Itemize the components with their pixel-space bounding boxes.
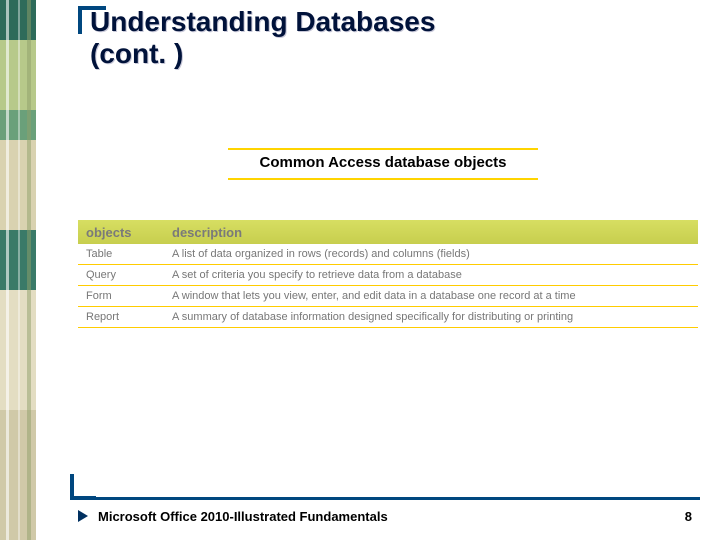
cell-desc: A list of data organized in rows (record… — [168, 248, 698, 260]
decorative-strip — [0, 0, 36, 540]
title-line-1: Understanding Databases — [90, 6, 435, 37]
subtitle-text: Common Access database objects — [259, 154, 506, 171]
cell-object: Report — [78, 311, 168, 323]
title-line-2: (cont. ) — [90, 38, 183, 69]
cell-object: Form — [78, 290, 168, 302]
table-header: objects description — [78, 220, 698, 244]
cell-desc: A window that lets you view, enter, and … — [168, 290, 698, 302]
cell-desc: A summary of database information design… — [168, 311, 698, 323]
objects-table: objects description Table A list of data… — [78, 220, 698, 328]
cell-desc: A set of criteria you specify to retriev… — [168, 269, 698, 281]
slide-title: Understanding Databases (cont. ) — [90, 6, 435, 70]
table-row: Table A list of data organized in rows (… — [78, 244, 698, 265]
subtitle-box: Common Access database objects — [228, 148, 538, 180]
footer-rule — [74, 497, 700, 500]
table-row: Query A set of criteria you specify to r… — [78, 265, 698, 286]
cell-object: Query — [78, 269, 168, 281]
corner-top-vertical — [78, 6, 82, 34]
cell-object: Table — [78, 248, 168, 260]
page-number: 8 — [685, 509, 692, 524]
header-objects: objects — [78, 225, 168, 240]
table-row: Form A window that lets you view, enter,… — [78, 286, 698, 307]
footer-text: Microsoft Office 2010-Illustrated Fundam… — [98, 509, 388, 524]
footer-arrow-icon — [78, 510, 88, 522]
header-description: description — [168, 225, 698, 240]
table-row: Report A summary of database information… — [78, 307, 698, 328]
